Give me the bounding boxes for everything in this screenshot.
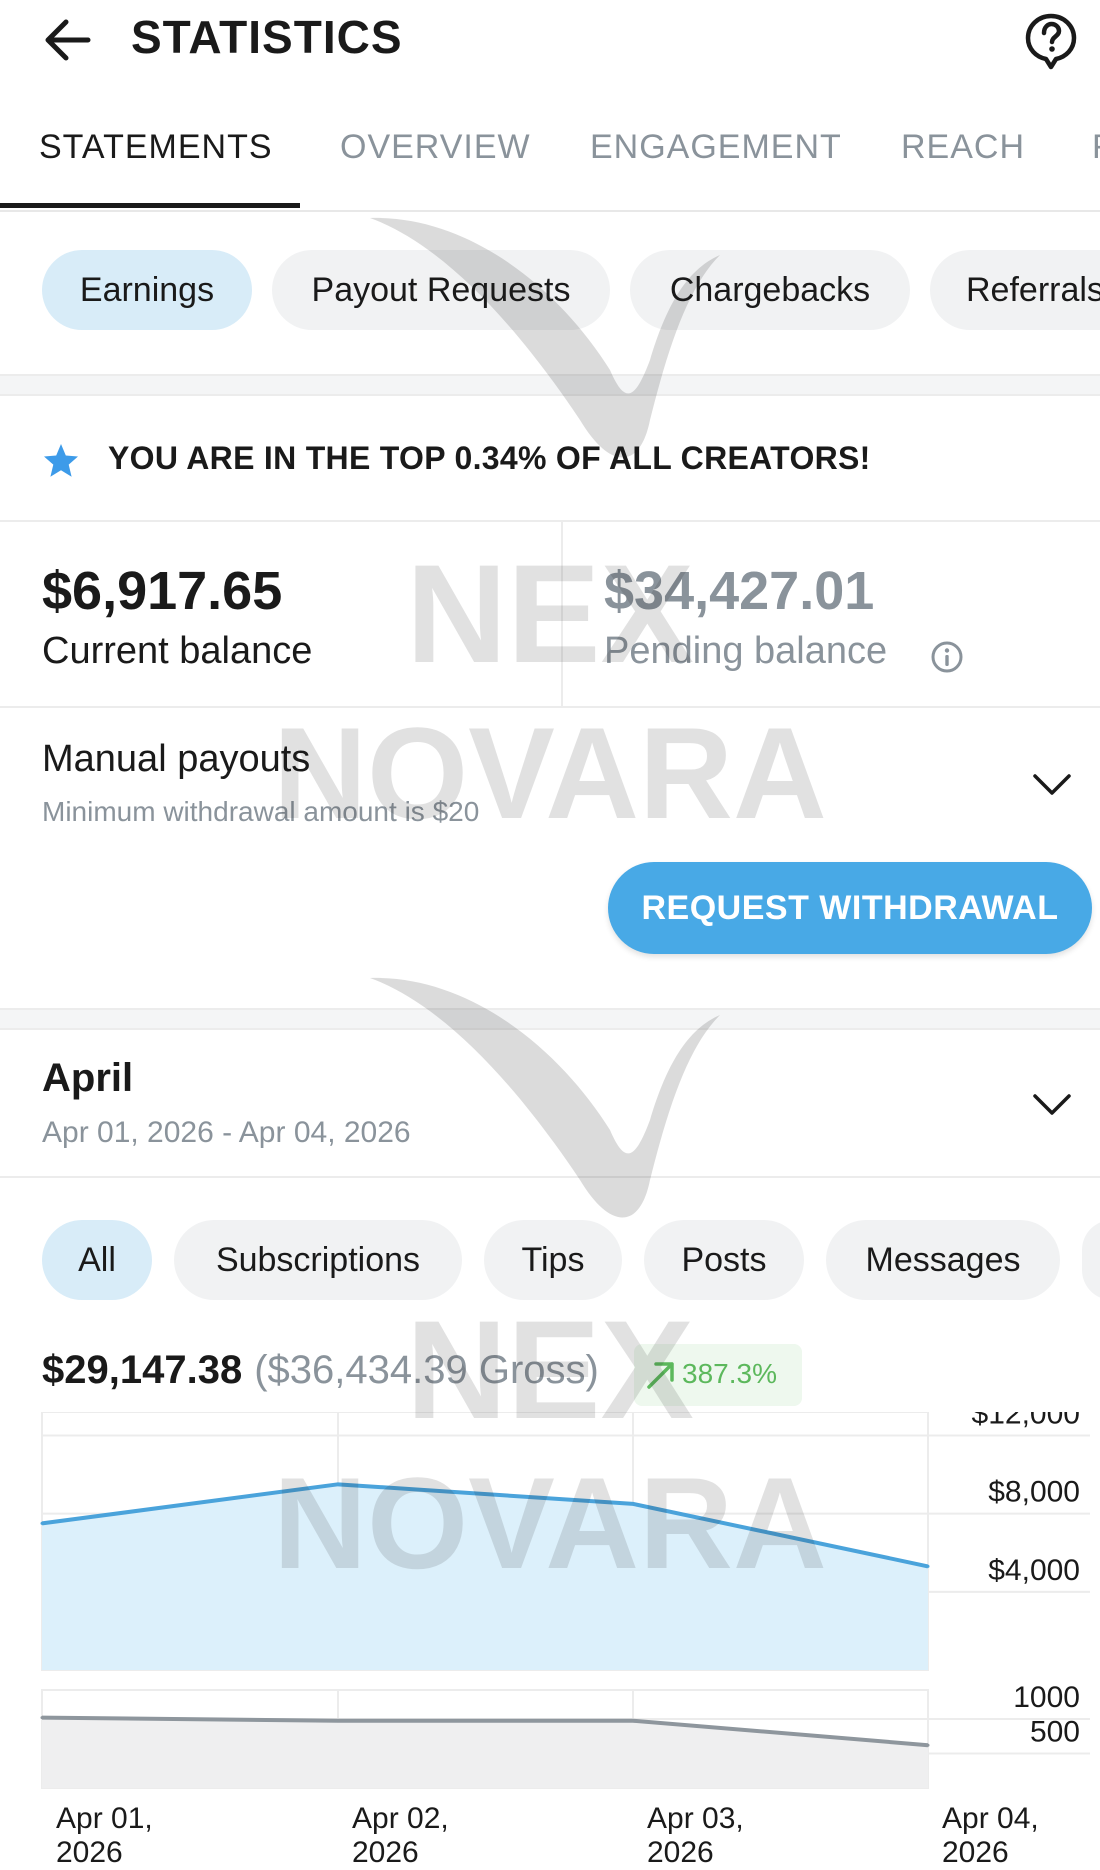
star-icon [44, 444, 78, 477]
period-totals: $29,147.38 ($36,434.39 Gross) [42, 1348, 599, 1393]
series-area [42, 1717, 928, 1788]
x-tick-label: Apr 01, 2026 [56, 1802, 153, 1869]
chip-chargebacks[interactable]: Chargebacks [630, 250, 910, 330]
trend-up-icon [647, 1362, 674, 1389]
y-tick-label: 1000 [1013, 1681, 1080, 1714]
data-point [631, 1502, 635, 1506]
section-divider [0, 1008, 1100, 1030]
pending-balance-label: Pending balance [604, 630, 888, 672]
chip-messages[interactable]: Messages [826, 1220, 1060, 1300]
y-tick-label: $4,000 [988, 1554, 1080, 1587]
data-point [336, 1482, 340, 1486]
request-withdrawal-button[interactable]: REQUEST WITHDRAWAL [608, 862, 1092, 954]
info-icon[interactable] [930, 640, 964, 674]
data-point [40, 1716, 44, 1720]
chip-payout-requests[interactable]: Payout Requests [272, 250, 610, 330]
chevron-down-icon[interactable] [1032, 772, 1072, 798]
x-tick-label: Apr 02, 2026 [352, 1802, 449, 1869]
chip-earnings[interactable]: Earnings [42, 250, 252, 330]
creator-ranking-banner: YOU ARE IN THE TOP 0.34% OF ALL CREATORS… [0, 420, 1100, 500]
balance-summary: $6,917.65 Current balance $34,427.01 Pen… [0, 522, 1100, 706]
chip-tips[interactable]: Tips [484, 1220, 622, 1300]
current-balance-label: Current balance [42, 630, 313, 672]
earning-type-chips: All Subscriptions Tips Posts Messages [0, 1220, 1100, 1304]
divider [0, 706, 1100, 708]
period-month: April [42, 1056, 134, 1100]
chip-all[interactable]: All [42, 1220, 152, 1300]
statistics-tabs: STATEMENTS OVERVIEW ENGAGEMENT REACH F [0, 100, 1100, 212]
net-earnings: $29,147.38 [42, 1348, 243, 1392]
active-tab-indicator [0, 203, 300, 208]
pending-balance-amount: $34,427.01 [604, 561, 875, 621]
tab-overview[interactable]: OVERVIEW [340, 128, 531, 167]
x-tick-label: Apr 04, 2026 [942, 1802, 1039, 1869]
chip-posts[interactable]: Posts [644, 1220, 804, 1300]
statement-filter-chips: Earnings Payout Requests Chargebacks Ref… [0, 250, 1100, 334]
minimum-withdrawal-note: Minimum withdrawal amount is $20 [42, 796, 480, 827]
app-header: STATISTICS [0, 0, 1100, 80]
balance-divider [561, 522, 563, 706]
page-title: STATISTICS [131, 11, 403, 63]
arrow-left-icon[interactable] [44, 18, 92, 62]
data-point [926, 1564, 930, 1568]
earnings-chart: $12,000 $8,000 $4,000 1000500 Apr 01, 2026 Apr… [40, 1412, 1090, 1869]
series-area [42, 1484, 928, 1670]
data-point [40, 1521, 44, 1525]
y-tick-label: $12,000 [972, 1412, 1080, 1430]
chip-referrals[interactable]: Referrals [930, 250, 1100, 330]
period-date-range: Apr 01, 2026 - Apr 04, 2026 [42, 1116, 411, 1149]
tab-statements[interactable]: STATEMENTS [39, 128, 273, 167]
manual-payouts-title: Manual payouts [42, 738, 311, 780]
chip-truncated[interactable] [1082, 1220, 1100, 1300]
ranking-text: YOU ARE IN THE TOP 0.34% OF ALL CREATORS… [108, 440, 871, 476]
chevron-down-icon[interactable] [1032, 1092, 1072, 1118]
gross-earnings: ($36,434.39 Gross) [254, 1348, 599, 1392]
y-tick-label: 500 [1030, 1715, 1080, 1748]
x-tick-label: Apr 03, 2026 [647, 1802, 744, 1869]
data-point [631, 1719, 635, 1723]
tab-truncated[interactable]: F [1092, 128, 1100, 167]
growth-percent: 387.3% [682, 1358, 777, 1389]
help-circle-icon[interactable] [1024, 12, 1078, 70]
y-tick-label: $8,000 [988, 1476, 1080, 1509]
growth-badge: 387.3% [634, 1344, 802, 1406]
section-divider [0, 374, 1100, 396]
chip-subscriptions[interactable]: Subscriptions [174, 1220, 462, 1300]
tab-reach[interactable]: REACH [901, 128, 1025, 167]
divider [0, 1176, 1100, 1178]
data-point [336, 1719, 340, 1723]
tab-engagement[interactable]: ENGAGEMENT [590, 128, 842, 167]
data-point [926, 1743, 930, 1747]
current-balance-amount: $6,917.65 [42, 561, 283, 621]
